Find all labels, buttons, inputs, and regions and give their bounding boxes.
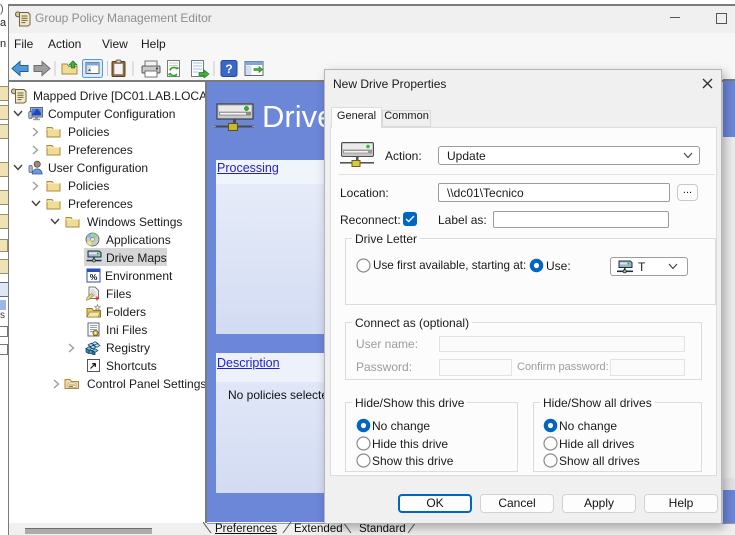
svg-text:?: ? <box>225 62 232 76</box>
svg-text:%: % <box>90 272 98 282</box>
